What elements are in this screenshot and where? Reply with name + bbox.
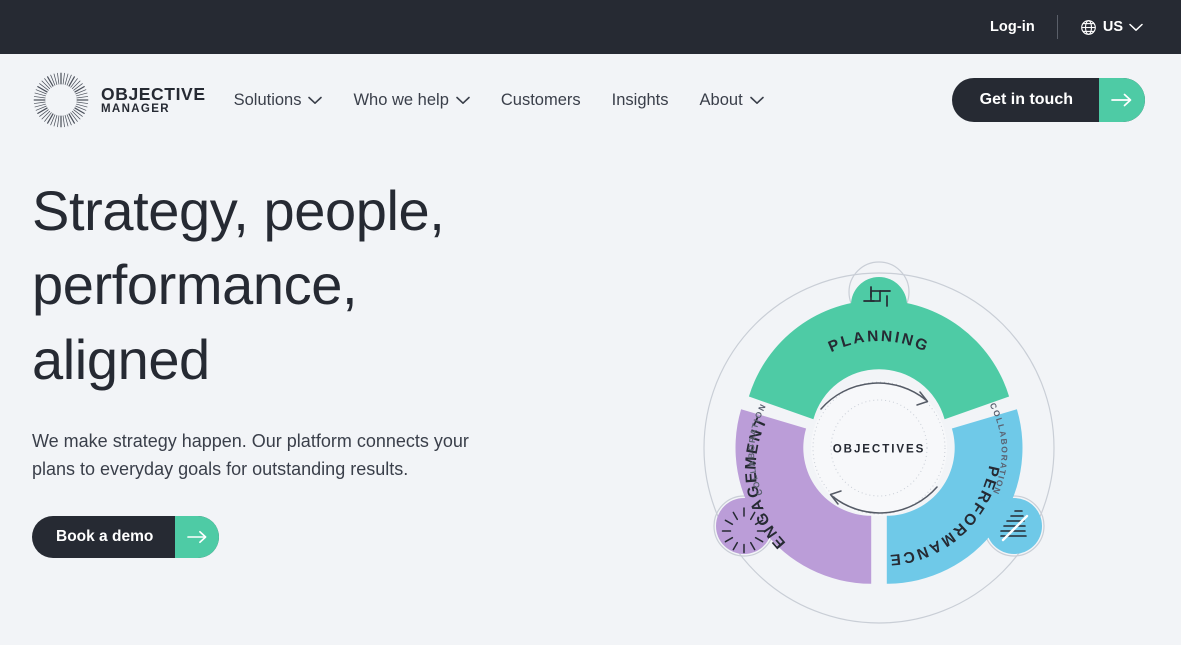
nav-item-who-we-help[interactable]: Who we help [353, 90, 470, 110]
arrow-right-icon [175, 516, 220, 559]
hero-section: OBJECTIVE MANAGER Solutions Who we help … [0, 54, 1181, 645]
nav-label: Customers [500, 90, 581, 109]
nav-item-insights[interactable]: Insights [612, 91, 669, 110]
arrow-right-icon [1099, 78, 1145, 122]
nav-label: Who we help [353, 90, 449, 109]
book-a-demo-button[interactable]: Book a demo [32, 516, 220, 559]
locale-label: US [1102, 19, 1123, 35]
hero-subcopy: We make strategy happen. Our platform co… [32, 431, 469, 480]
strategy-cycle-diagram: PLANNING PERFORMANCE ENGAGEMENT COLLABOR… [688, 257, 1070, 639]
globe-icon [1080, 19, 1097, 36]
book-a-demo-label: Book a demo [56, 528, 154, 546]
nav-label: About [699, 90, 743, 109]
nav-item-customers[interactable]: Customers [501, 91, 581, 110]
nav-item-solutions[interactable]: Solutions [234, 91, 323, 110]
locale-selector[interactable]: US [1080, 19, 1143, 36]
nav-item-about[interactable]: About [700, 91, 764, 110]
brand-line-2: MANAGER [101, 102, 170, 115]
brand-logo[interactable]: OBJECTIVE MANAGER [32, 71, 206, 129]
get-in-touch-button[interactable]: Get in touch [951, 78, 1145, 122]
site-header: OBJECTIVE MANAGER Solutions Who we help … [0, 54, 1181, 146]
get-in-touch-label: Get in touch [979, 91, 1073, 108]
top-utility-bar: Log-in US [0, 0, 1181, 54]
brand-wordmark: OBJECTIVE MANAGER [101, 85, 206, 116]
hero-text-column: Strategy, people, performance, aligned W… [32, 146, 592, 559]
chevron-down-icon [308, 91, 323, 110]
login-link[interactable]: Log-in [990, 19, 1035, 35]
topbar-divider [1056, 15, 1058, 39]
chevron-down-icon [456, 91, 470, 110]
main-navigation: Solutions Who we help Customers Insights… [234, 91, 764, 110]
page-title: Strategy, people, performance, aligned [32, 179, 445, 391]
nav-label: Solutions [233, 90, 302, 109]
nav-label: Insights [611, 90, 669, 109]
chevron-down-icon [1129, 23, 1143, 32]
diagram-center-label: OBJECTIVES [833, 443, 925, 456]
sunburst-logo-icon [32, 71, 90, 129]
brand-line-1: OBJECTIVE [101, 83, 206, 104]
chevron-down-icon [749, 91, 764, 110]
